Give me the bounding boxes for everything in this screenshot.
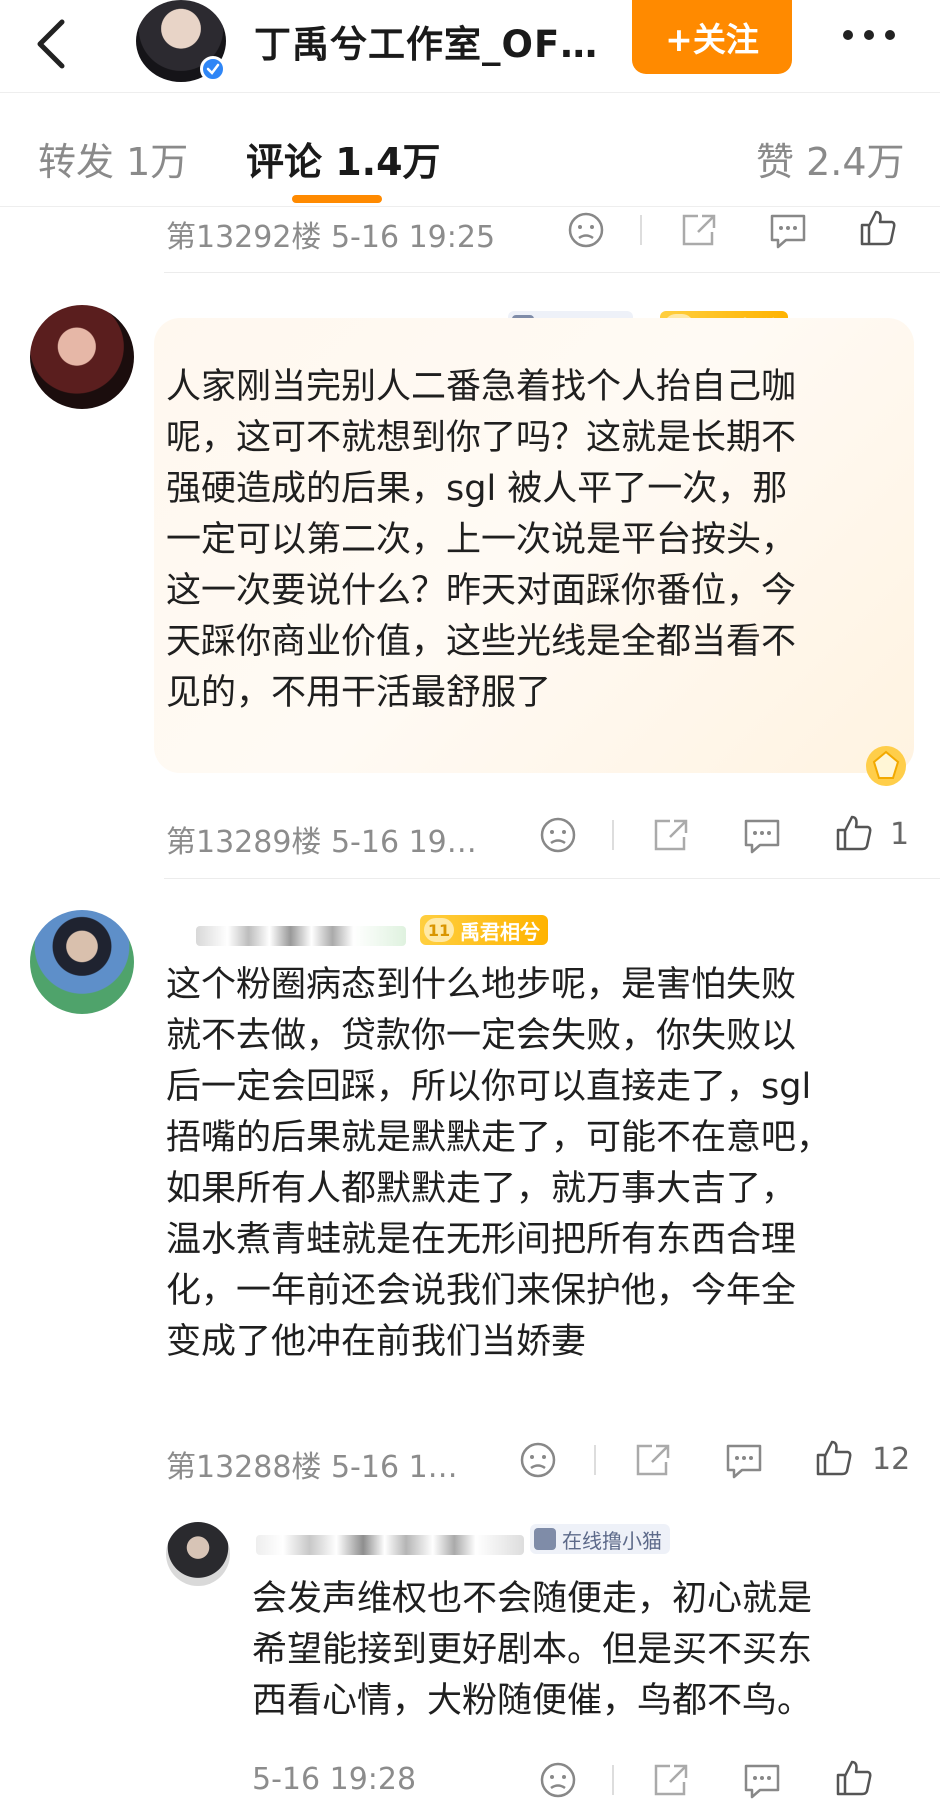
comment-icon[interactable] xyxy=(742,817,782,855)
account-name[interactable]: 丁禹兮工作室_OF… xyxy=(254,14,598,68)
dislike-face-icon[interactable] xyxy=(538,1760,578,1800)
comment-floor-time: 第13289楼 5-16 19… xyxy=(166,825,477,860)
tab-bar: 转发 1万 评论 1.4万 赞 2.4万 xyxy=(0,92,940,207)
follow-button[interactable]: +关注 xyxy=(632,0,792,74)
back-button[interactable] xyxy=(28,14,88,74)
tab-reposts[interactable]: 转发 1万 xyxy=(38,131,188,186)
share-icon[interactable] xyxy=(680,212,718,248)
comment-icon[interactable] xyxy=(742,1762,782,1800)
active-tab-indicator xyxy=(292,195,382,203)
badge-level: 11 xyxy=(424,918,454,942)
dislike-face-icon[interactable] xyxy=(518,1440,558,1480)
comment-floor-time: 第13288楼 5-16 1… xyxy=(166,1450,458,1485)
share-icon[interactable] xyxy=(652,817,690,853)
separator xyxy=(164,878,940,879)
fan-club-badge: 11禹君相兮 xyxy=(420,915,548,945)
badge-check-icon xyxy=(534,1528,556,1550)
more-options-icon[interactable] xyxy=(836,20,906,50)
top-bar: 丁禹兮工作室_OF… +关注 xyxy=(0,0,940,92)
replier-avatar[interactable] xyxy=(166,1522,230,1586)
blurred-username xyxy=(196,926,406,946)
reply-text: 会发声维权也不会随便走，初心就是 希望能接到更好剧本。但是买不买东 西看心情，大… xyxy=(252,1579,813,1721)
divider xyxy=(612,820,614,850)
comment-text: 人家刚当完别人二番急着找个人抬自己咖 呢，这可不就想到你了吗？这就是长期不 强硬… xyxy=(166,367,797,713)
commenter-avatar[interactable] xyxy=(30,305,134,409)
dislike-face-icon[interactable] xyxy=(566,210,606,250)
comment-text: 这个粉圈病态到什么地步呢，是害怕失败 就不去做，贷款你一定会失败，你失败以 后一… xyxy=(166,965,832,1362)
divider xyxy=(612,1765,614,1795)
tab-likes[interactable]: 赞 2.4万 xyxy=(756,131,905,186)
comment-floor-time: 第13292楼 5-16 19:25 xyxy=(166,220,496,255)
reply-time: 5-16 19:28 xyxy=(252,1762,417,1797)
comment-icon[interactable] xyxy=(724,1442,764,1480)
like-count: 1 xyxy=(890,817,910,852)
divider xyxy=(640,215,642,245)
like-count: 12 xyxy=(872,1442,911,1477)
like-thumb-icon[interactable] xyxy=(834,1758,874,1798)
tab-comments[interactable]: 评论 1.4万 xyxy=(246,131,441,186)
commenter-avatar[interactable] xyxy=(30,910,134,1014)
like-thumb-icon[interactable] xyxy=(858,208,898,248)
blurred-username xyxy=(256,1535,524,1555)
verified-badge-icon xyxy=(200,56,226,82)
chevron-left-icon xyxy=(37,19,65,69)
divider xyxy=(594,1445,596,1475)
like-thumb-icon[interactable] xyxy=(814,1438,854,1478)
dislike-face-icon[interactable] xyxy=(538,815,578,855)
share-icon[interactable] xyxy=(634,1442,672,1478)
comment-icon[interactable] xyxy=(768,212,808,250)
like-thumb-icon[interactable] xyxy=(834,813,874,853)
fan-badge: 在线撸小猫 xyxy=(530,1524,670,1554)
separator xyxy=(164,272,940,273)
share-icon[interactable] xyxy=(652,1762,690,1798)
medal-icon xyxy=(866,746,906,786)
